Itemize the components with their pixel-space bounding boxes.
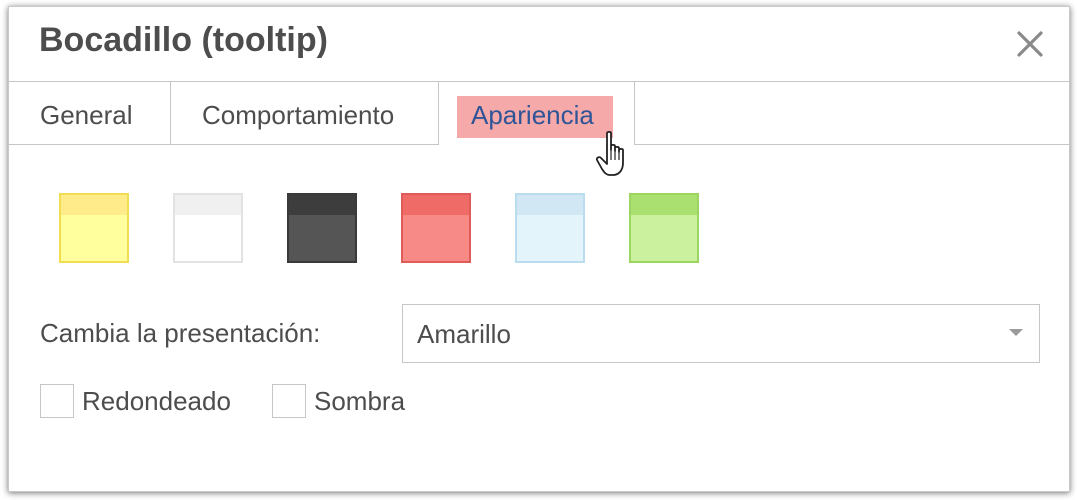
swatch-band: [403, 195, 469, 215]
swatch-band: [289, 195, 355, 215]
swatch-green[interactable]: [629, 193, 699, 263]
swatch-red[interactable]: [401, 193, 471, 263]
dialog-title: Bocadillo (tooltip): [39, 21, 328, 59]
swatch-band: [61, 195, 127, 215]
swatch-band: [631, 195, 697, 215]
tab-apariencia-label: Apariencia: [471, 100, 594, 130]
dialog-titlebar: Bocadillo (tooltip): [9, 7, 1069, 82]
tab-general-label: General: [40, 100, 133, 130]
swatch-yellow[interactable]: [59, 193, 129, 263]
tab-comportamiento[interactable]: Comportamiento: [171, 82, 439, 144]
swatch-light-blue[interactable]: [515, 193, 585, 263]
chevron-down-icon: [1009, 329, 1023, 336]
hand-pointer-icon: [594, 130, 632, 178]
tooltip-dialog: Bocadillo (tooltip) General Comportamien…: [8, 6, 1070, 492]
rounded-checkbox[interactable]: [40, 384, 74, 418]
swatch-white[interactable]: [173, 193, 243, 263]
close-icon[interactable]: [1015, 29, 1045, 59]
swatch-dark[interactable]: [287, 193, 357, 263]
swatch-band: [517, 195, 583, 215]
shadow-label: Sombra: [314, 386, 406, 416]
presentation-label: Cambia la presentación:: [40, 318, 321, 348]
shadow-checkbox[interactable]: [272, 384, 306, 418]
tab-bar: General Comportamiento Apariencia: [9, 82, 1069, 145]
tab-comportamiento-label: Comportamiento: [202, 100, 395, 130]
presentation-selected-value: Amarillo: [417, 319, 511, 349]
swatch-band: [175, 195, 241, 215]
tab-general[interactable]: General: [9, 82, 171, 144]
rounded-label: Redondeado: [82, 386, 231, 416]
presentation-select[interactable]: Amarillo: [402, 304, 1040, 363]
